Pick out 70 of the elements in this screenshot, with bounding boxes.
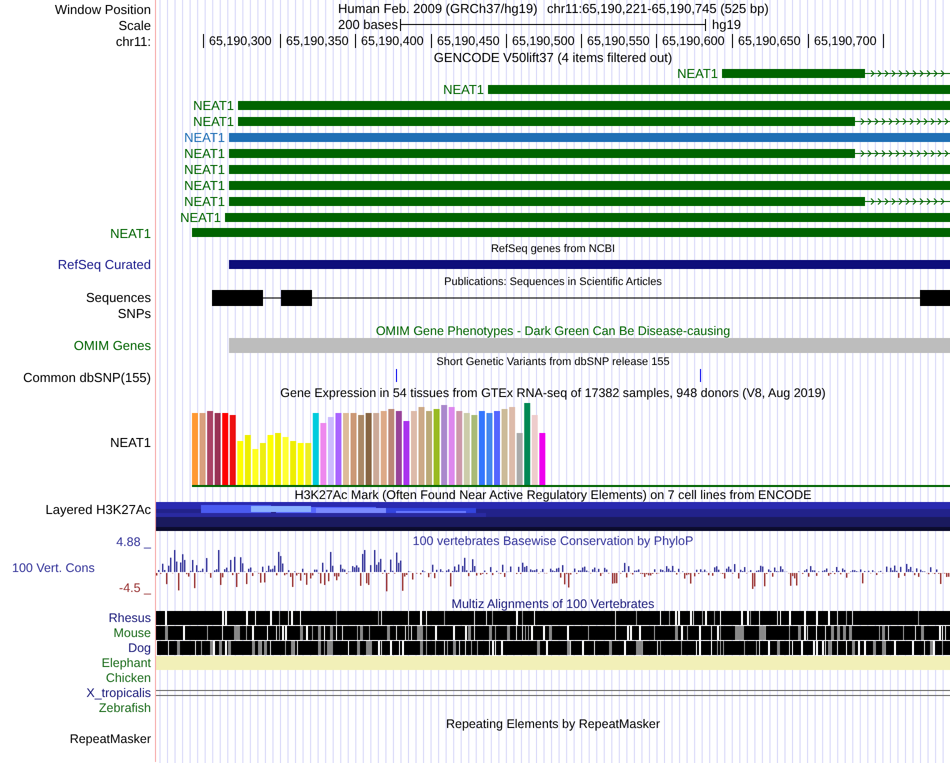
ruler-label: 65,190,300 (209, 34, 272, 49)
transcript-label: NEAT1 (184, 178, 225, 194)
ruler-label: 65,190,400 (361, 34, 424, 49)
ruler-tick (581, 34, 582, 48)
axis-label: 4.88 _ (116, 535, 151, 550)
track-title: GENCODE V50lift37 (4 items filtered out) (432, 50, 674, 66)
track-label: OMIM Genes (74, 338, 151, 354)
transcript-label: NEAT1 (180, 210, 221, 226)
track-title: Publications: Sequences in Scientific Articles (443, 276, 663, 290)
ruler-label: 65,190,450 (437, 34, 500, 49)
ruler-tick (431, 34, 432, 48)
ruler-label: 65,190,550 (587, 34, 650, 49)
track-label: Sequences (86, 290, 151, 306)
track-label: RefSeq Curated (58, 257, 151, 273)
track-title: RefSeq genes from NCBI (490, 243, 616, 256)
track-title: 100 vertebrates Basewise Conservation by PhyloP (412, 534, 694, 549)
transcript-label: NEAT1 (184, 130, 225, 146)
ruler-tick (808, 34, 809, 48)
snp-tick (396, 369, 397, 382)
transcript-label: NEAT1 (184, 162, 225, 178)
ruler-tick (883, 34, 884, 48)
ruler-label: 65,190,600 (662, 34, 725, 49)
row-label: Window Position (54, 2, 151, 18)
ruler-tick (355, 34, 356, 48)
ruler-label: 65,190,700 (814, 34, 877, 49)
ruler-tick (506, 34, 507, 48)
track-title: OMIM Gene Phenotypes - Dark Green Can Be Disease-causing (374, 324, 732, 339)
ruler-tick (732, 34, 733, 48)
row-label: Scale (118, 18, 151, 34)
track-label: NEAT1 (110, 226, 151, 242)
transcript-label: NEAT1 (184, 194, 225, 210)
species-label: Mouse (113, 626, 151, 641)
species-label: X_tropicalis (86, 686, 151, 701)
track-title: H3K27Ac Mark (Often Found Near Active Regulatory Elements) on 7 cell lines from ENCODE (294, 488, 812, 503)
assembly-text: Human Feb. 2009 (GRCh37/hg19) (338, 1, 538, 17)
species-label: Rhesus (108, 611, 151, 626)
transcript-label: NEAT1 (677, 66, 718, 82)
species-label: Chicken (106, 671, 151, 686)
track-label: SNPs (118, 306, 151, 322)
species-label: Elephant (102, 656, 151, 671)
transcript-label: NEAT1 (443, 82, 484, 98)
ruler-label: 65,190,650 (738, 34, 801, 49)
ruler-label: 65,190,500 (512, 34, 575, 49)
scale-length: 200 bases (338, 17, 398, 33)
track-label: RepeatMasker (70, 732, 151, 747)
expression-bar (192, 413, 198, 485)
track-label: NEAT1 (110, 435, 151, 451)
transcript-label: NEAT1 (184, 146, 225, 162)
track-title: Multiz Alignments of 100 Vertebrates (450, 597, 656, 612)
ruler-tick (280, 34, 281, 48)
transcript-label: NEAT1 (193, 114, 234, 130)
species-label: Zebrafish (98, 701, 151, 716)
track-title: Gene Expression in 54 tissues from GTEx RNA-seq of 17382 samples, 948 donors (V8, Aug 2019) (279, 386, 827, 401)
track-label: Layered H3K27Ac (45, 502, 151, 518)
snp-tick (700, 369, 701, 382)
track-title: Repeating Elements by RepeatMasker (444, 717, 661, 732)
transcript-label: NEAT1 (193, 98, 234, 114)
track-label: 100 Vert. Cons (12, 561, 95, 576)
database-label: hg19 (712, 17, 741, 33)
track-title: Short Genetic Variants from dbSNP release 155 (435, 356, 671, 370)
ruler-tick (203, 34, 204, 48)
expression-bar (268, 435, 274, 485)
ruler-tick (656, 34, 657, 48)
position-text: chr11:65,190,221-65,190,745 (525 bp) (547, 1, 769, 17)
species-label: Dog (128, 641, 151, 656)
row-label: chr11: (116, 34, 151, 50)
ruler-label: 65,190,350 (286, 34, 349, 49)
track-label: Common dbSNP(155) (23, 370, 151, 386)
expression-bar (343, 413, 349, 485)
axis-label: -4.5 _ (119, 581, 151, 596)
